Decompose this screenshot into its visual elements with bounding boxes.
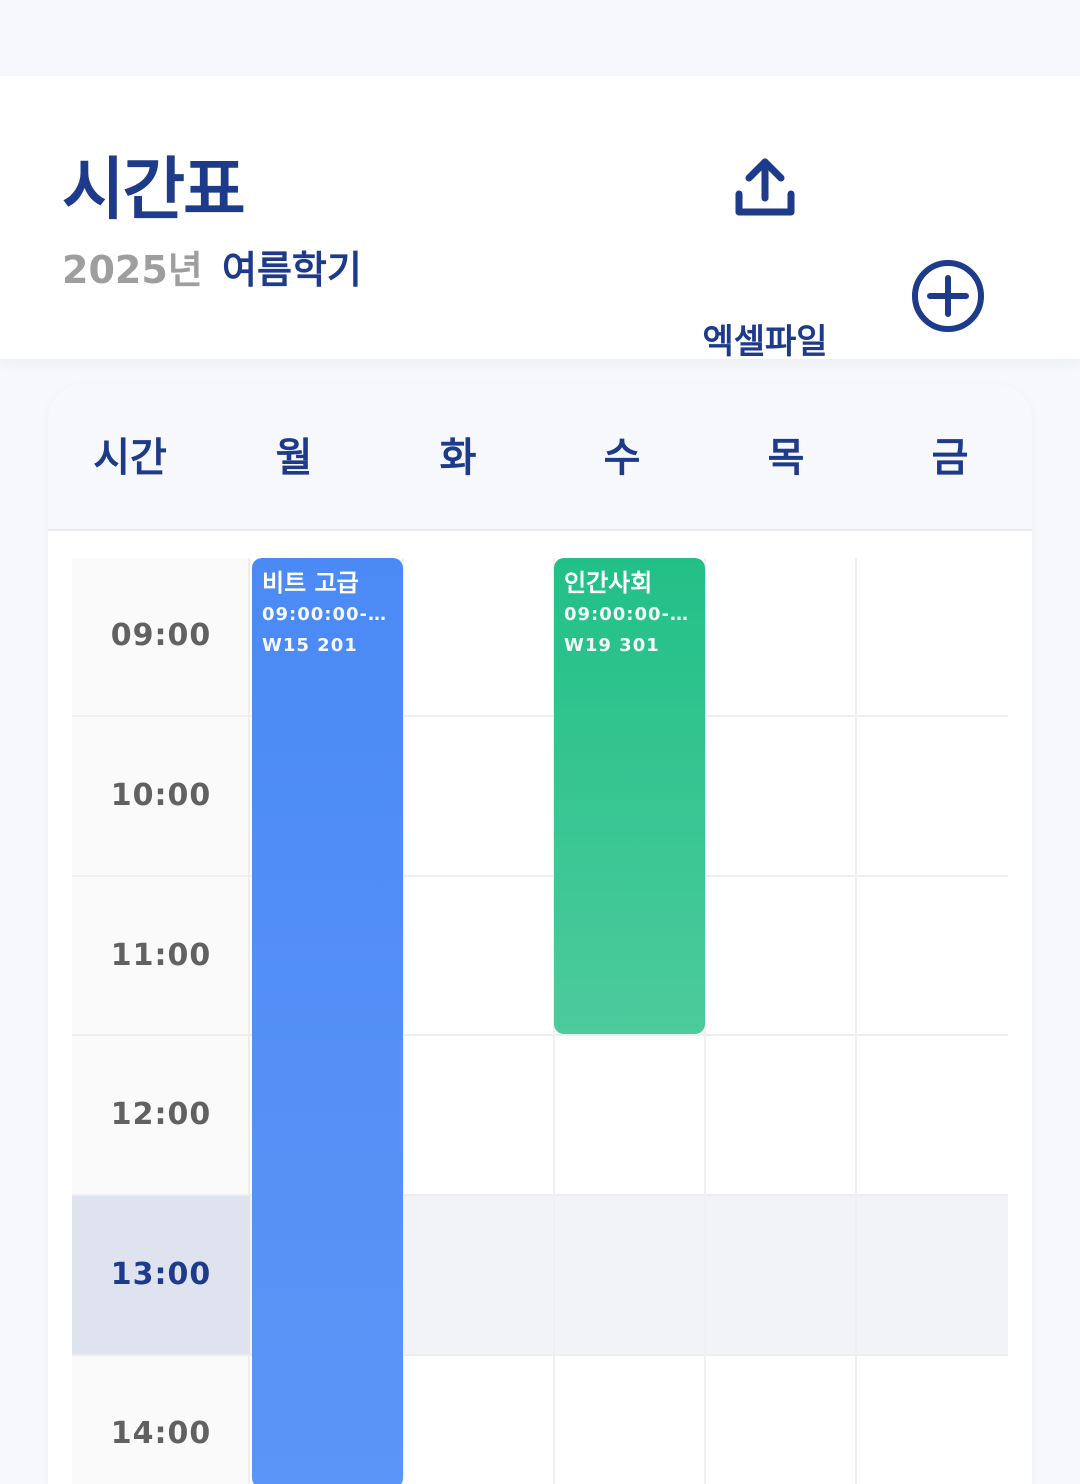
time-label: 10:00 bbox=[110, 778, 212, 813]
time-label: 14:00 bbox=[110, 1416, 212, 1451]
day-header-thu: 목 bbox=[767, 435, 805, 481]
day-header-wed: 수 bbox=[603, 435, 641, 481]
event-room: W19 301 bbox=[564, 635, 660, 656]
day-header-mon: 월 bbox=[275, 435, 313, 481]
semester-label[interactable]: 여름학기 bbox=[222, 246, 362, 294]
row-divider bbox=[72, 875, 1008, 877]
status-bar bbox=[0, 0, 1080, 76]
row-divider bbox=[72, 715, 1008, 717]
page-title: 시간표 bbox=[62, 151, 246, 230]
excel-label: 엑셀파일 bbox=[702, 322, 828, 362]
event-room: W15 201 bbox=[262, 635, 358, 656]
row-divider bbox=[72, 1354, 1008, 1356]
event-time: 09:00:00-18:00:00 bbox=[262, 604, 393, 625]
plus-circle-icon[interactable] bbox=[910, 258, 986, 334]
year-label: 2025년 bbox=[62, 248, 203, 292]
excel-export-button[interactable]: 엑셀파일 bbox=[690, 152, 840, 362]
time-label: 11:00 bbox=[110, 938, 212, 973]
day-header-time: 시간 bbox=[93, 435, 167, 481]
event-block-wed[interactable]: 인간사회 09:00:00-12:00:00 W19 301 bbox=[554, 558, 705, 1034]
event-block-mon[interactable]: 비트 고급 09:00:00-18:00:00 W15 201 bbox=[252, 558, 403, 1484]
row-divider bbox=[72, 1194, 1008, 1196]
col-divider bbox=[855, 558, 857, 1484]
upload-icon bbox=[735, 158, 795, 216]
time-label-current: 13:00 bbox=[110, 1257, 212, 1292]
day-header: 시간 월 화 수 목 금 bbox=[48, 384, 1032, 531]
timetable-grid: 09:00 10:00 11:00 12:00 13:00 14:00 비트 고… bbox=[72, 558, 1008, 1484]
day-header-fri: 금 bbox=[931, 435, 969, 481]
day-header-tue: 화 bbox=[439, 435, 477, 481]
time-label: 09:00 bbox=[110, 618, 212, 653]
header: 시간표 2025년 여름학기 엑셀파일 bbox=[0, 76, 1080, 362]
time-label: 12:00 bbox=[110, 1097, 212, 1132]
event-title: 비트 고급 bbox=[262, 569, 359, 597]
timetable-card: 시간 월 화 수 목 금 09:00 10:00 11:00 12:00 13:… bbox=[48, 384, 1032, 1484]
event-time: 09:00:00-12:00:00 bbox=[564, 604, 695, 625]
event-title: 인간사회 bbox=[564, 569, 653, 597]
row-divider bbox=[72, 1034, 1008, 1036]
